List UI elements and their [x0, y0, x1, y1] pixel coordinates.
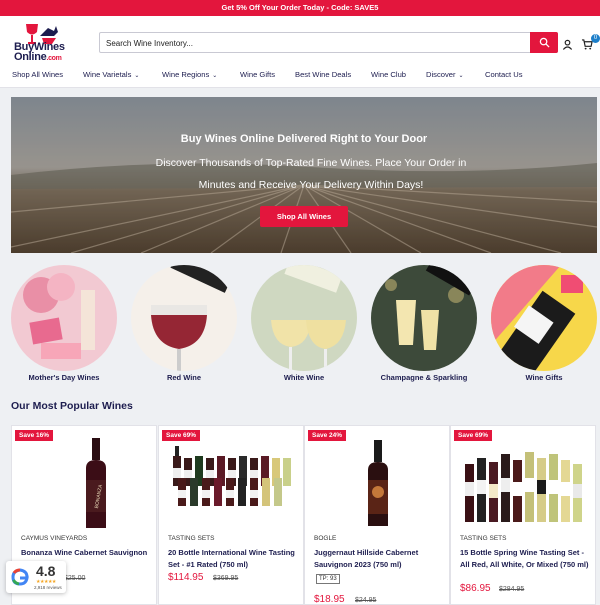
nav-contact-us[interactable]: Contact Us — [485, 68, 523, 88]
nav-shop-all-wines[interactable]: Shop All Wines — [12, 68, 63, 88]
red-wine-image — [131, 265, 237, 371]
chevron-down-icon: ⌄ — [458, 73, 464, 79]
sale-badge: Save 69% — [162, 430, 200, 441]
sale-badge: Save 24% — [308, 430, 346, 441]
product-old-price: $284.95 — [499, 586, 525, 593]
rating-score: 4.8 — [36, 563, 56, 579]
category-red-wine[interactable]: Red Wine — [130, 265, 238, 382]
sale-badge: Save 16% — [15, 430, 53, 441]
product-card[interactable]: Save 69% TASTING SETS 15 Bottle Spring W… — [450, 425, 596, 605]
logo-suffix: .com — [46, 55, 62, 62]
category-champagne-sparkling[interactable]: Champagne & Sparkling — [370, 265, 478, 382]
tasting-panel-score: TP: 93 — [316, 574, 340, 584]
wine-bottle-image — [368, 440, 388, 526]
product-card[interactable]: Save 24% BOGLE Juggernaut Hillside Caber… — [304, 425, 450, 605]
nav-label: Wine Varietals — [83, 70, 132, 79]
cart-count-badge: 0 — [591, 34, 600, 43]
wine-bottles-image — [173, 446, 291, 506]
nav-wine-club[interactable]: Wine Club — [371, 68, 406, 88]
champagne-image — [371, 265, 477, 371]
wine-bottle-image: BONANZA — [86, 438, 106, 528]
logo-line-2: Online — [14, 51, 47, 63]
nav-label: Wine Regions — [162, 70, 210, 79]
product-vendor: TASTING SETS — [168, 535, 215, 542]
nav-wine-gifts[interactable]: Wine Gifts — [240, 68, 275, 88]
product-vendor: BOGLE — [314, 535, 337, 542]
hero-subtitle: Discover Thousands of Top-Rated Fine Win… — [155, 157, 467, 191]
mothers-day-image — [11, 265, 117, 371]
nav-label: Shop All Wines — [12, 70, 64, 79]
product-vendor: TASTING SETS — [460, 535, 507, 542]
product-name[interactable]: Juggernaut Hillside Cabernet Sauvignon 2… — [314, 547, 444, 570]
product-vendor: CAYMUS VINEYARDS — [21, 535, 88, 542]
logo-text: BuyWines Online.com — [14, 42, 65, 64]
hero-title: Buy Wines Online Delivered Right to Your… — [180, 133, 428, 145]
category-label: Mother's Day Wines — [28, 373, 100, 382]
section-title: Our Most Popular Wines — [11, 400, 133, 412]
hero-banner: Buy Wines Online Delivered Right to Your… — [11, 97, 597, 253]
user-icon — [562, 39, 573, 50]
category-label: Champagne & Sparkling — [380, 373, 468, 382]
product-price: $114.95 — [168, 572, 204, 583]
category-carousel: Mother's Day Wines Red Wine White Wine C… — [0, 265, 600, 385]
white-wine-image — [251, 265, 357, 371]
search-button[interactable] — [530, 32, 558, 53]
wine-gifts-image — [491, 265, 597, 371]
nav-wine-regions[interactable]: Wine Regions ⌄ — [162, 68, 217, 88]
nav-best-wine-deals[interactable]: Best Wine Deals — [295, 68, 351, 88]
promo-banner[interactable]: Get 5% Off Your Order Today - Code: SAVE… — [0, 0, 600, 16]
search-input[interactable] — [100, 34, 530, 53]
product-old-price: $25.00 — [64, 575, 86, 582]
product-card[interactable]: Save 69% TASTING SETS 20 Bottle Internat… — [158, 425, 304, 605]
category-white-wine[interactable]: White Wine — [250, 265, 358, 382]
chevron-down-icon: ⌄ — [134, 73, 140, 79]
nav-label: Contact Us — [485, 70, 523, 79]
nav-label: Wine Gifts — [240, 70, 276, 79]
google-reviews-widget[interactable]: 4.8 ★★★★★ 2,918 reviews — [6, 561, 66, 593]
google-logo-icon — [11, 568, 29, 586]
category-label: White Wine — [283, 373, 325, 382]
review-count: 2,918 reviews — [34, 585, 62, 590]
site-header: BuyWines Online.com 0 — [0, 16, 600, 68]
product-old-price: $24.95 — [355, 597, 377, 604]
product-price: $86.95 — [460, 583, 491, 594]
product-name[interactable]: 20 Bottle International Wine Tasting Set… — [168, 547, 298, 570]
category-wine-gifts[interactable]: Wine Gifts — [490, 265, 598, 382]
main-nav: Shop All Wines Wine Varietals ⌄ Wine Regi… — [0, 68, 600, 88]
product-old-price: $369.95 — [213, 575, 239, 582]
category-mothers-day-wines[interactable]: Mother's Day Wines — [10, 265, 118, 382]
shop-all-wines-button[interactable]: Shop All Wines — [260, 206, 348, 227]
category-label: Wine Gifts — [525, 373, 563, 382]
nav-wine-varietals[interactable]: Wine Varietals ⌄ — [83, 68, 139, 88]
sale-badge: Save 69% — [454, 430, 492, 441]
wine-bottles-image — [465, 452, 582, 522]
nav-discover[interactable]: Discover ⌄ — [426, 68, 464, 88]
nav-label: Best Wine Deals — [295, 70, 352, 79]
search-bar — [99, 32, 558, 53]
search-icon — [539, 37, 550, 48]
account-button[interactable] — [562, 37, 573, 55]
chevron-down-icon: ⌄ — [212, 73, 218, 79]
product-name[interactable]: 15 Bottle Spring Wine Tasting Set - All … — [460, 547, 590, 570]
category-label: Red Wine — [166, 373, 202, 382]
nav-label: Wine Club — [371, 70, 407, 79]
nav-label: Discover — [426, 70, 456, 79]
